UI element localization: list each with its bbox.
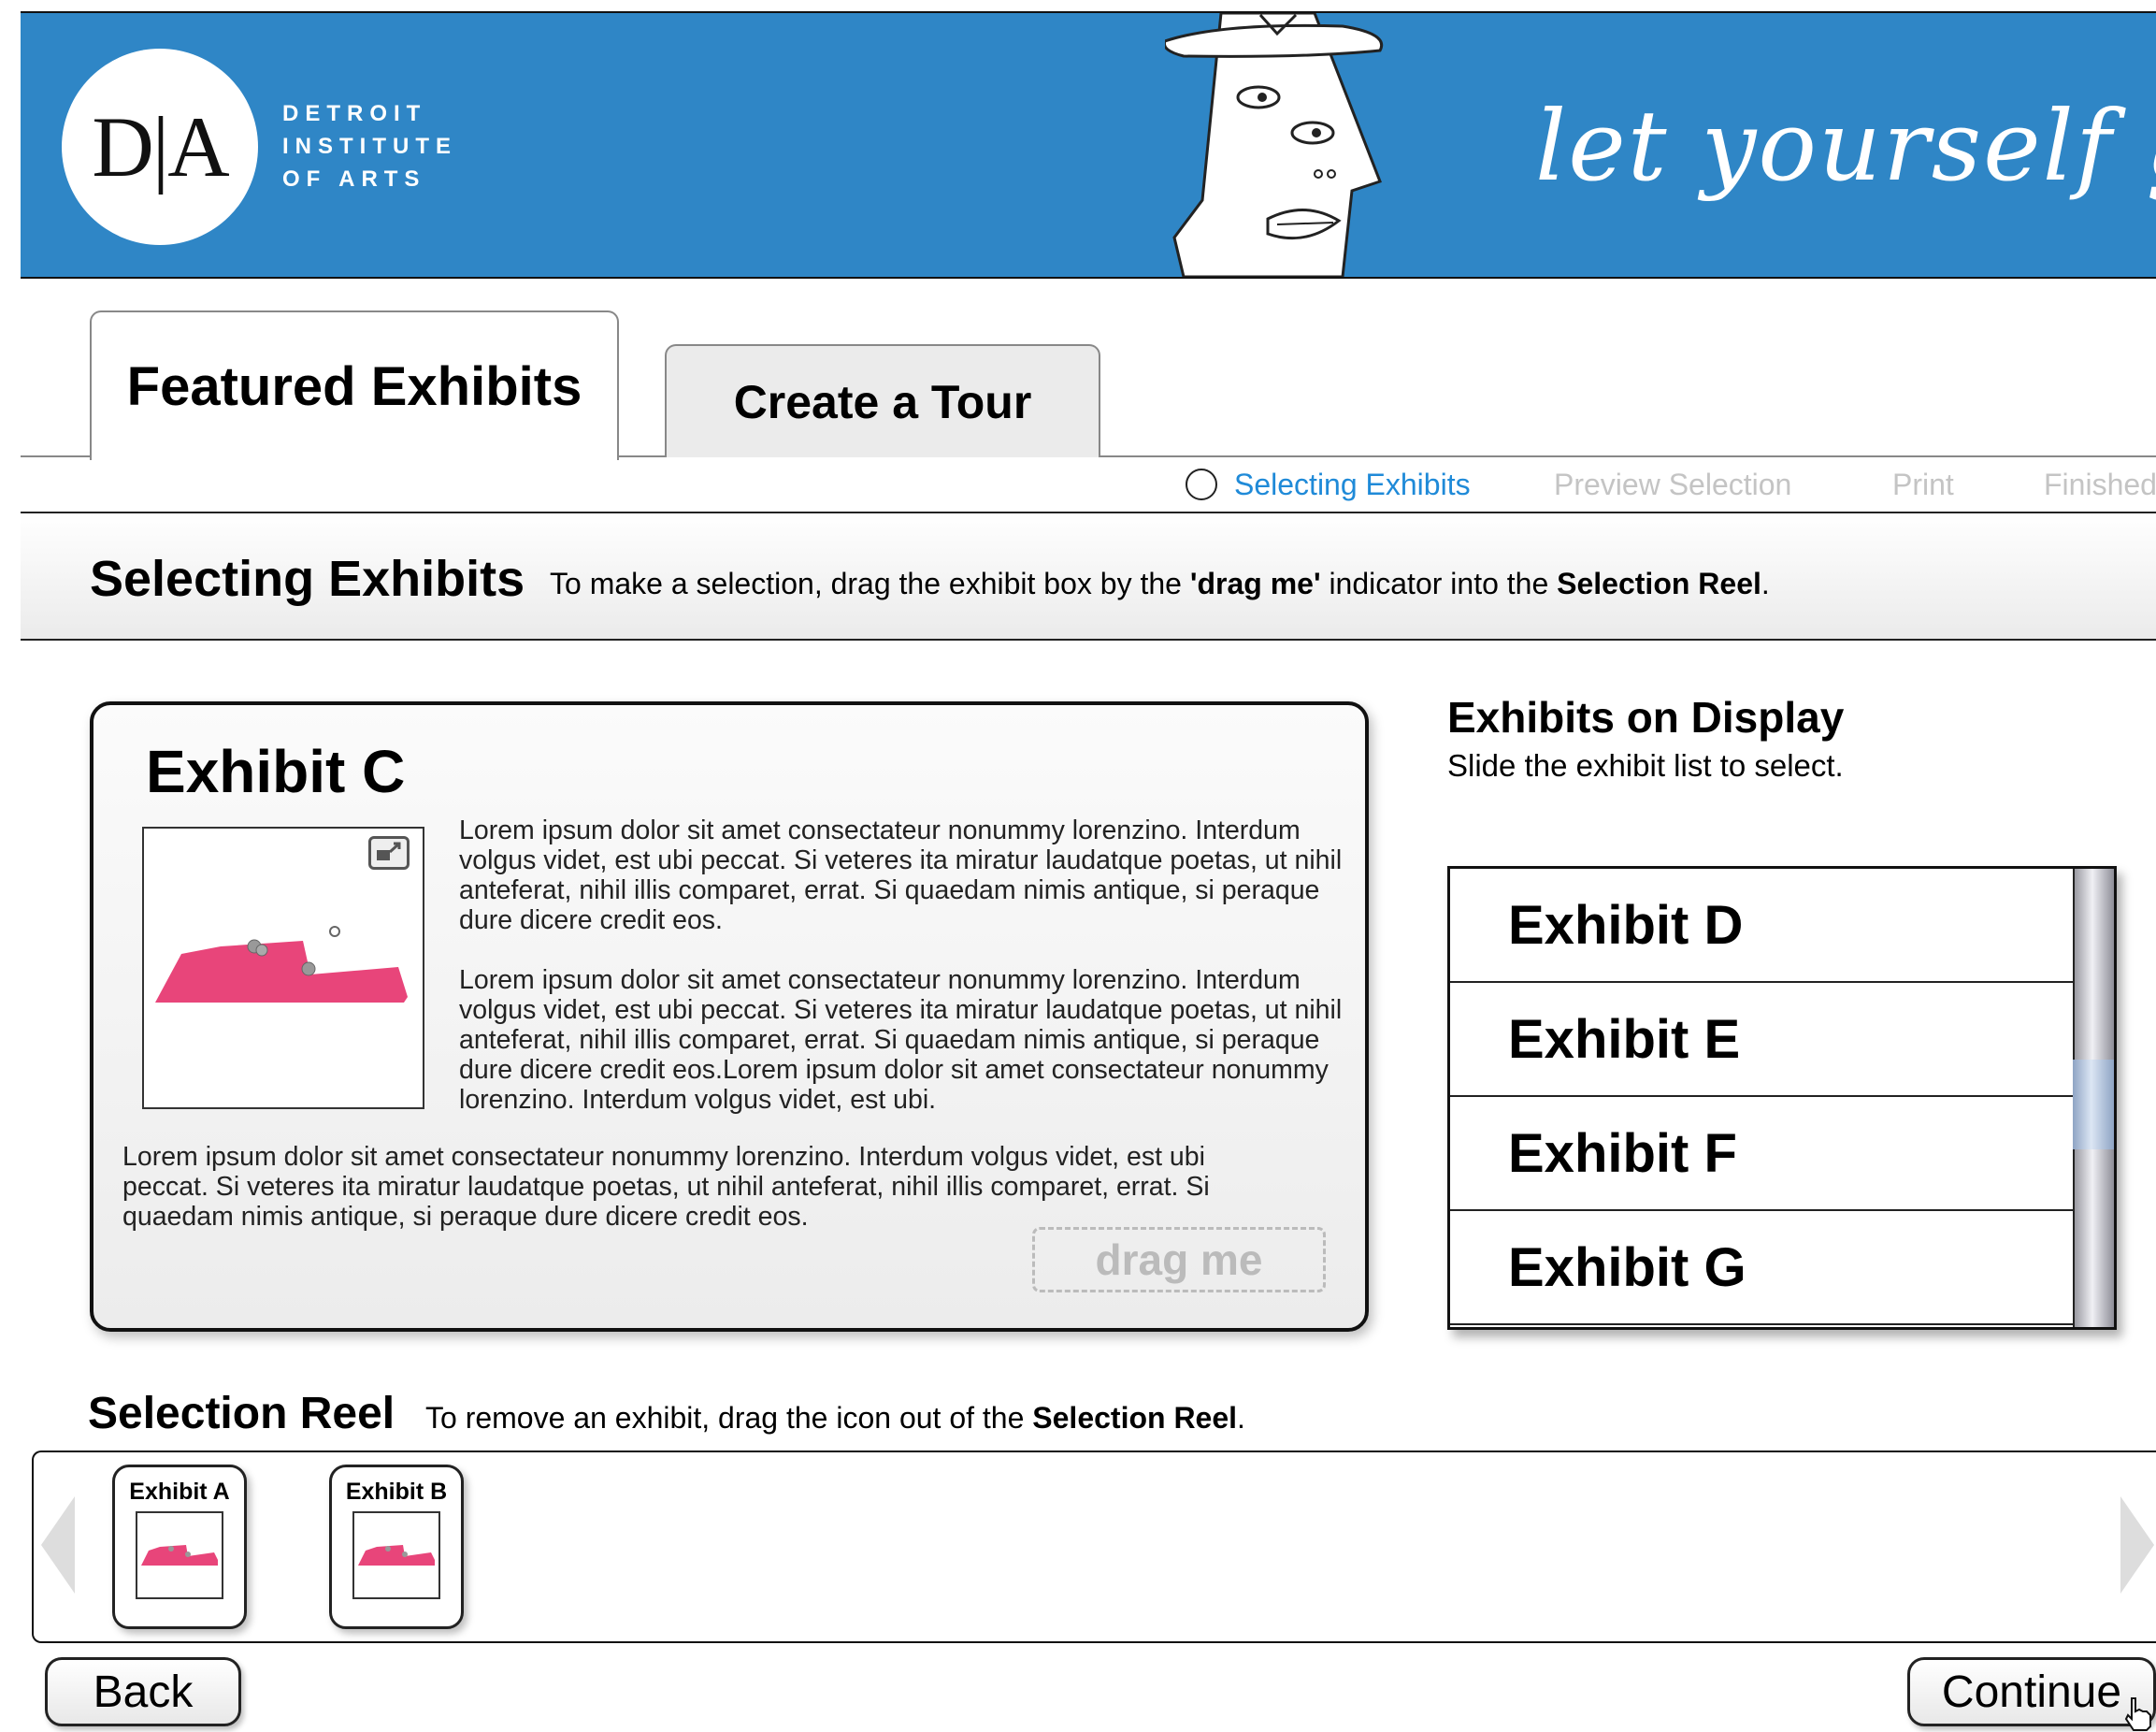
list-item-exhibit-e[interactable]: Exhibit E bbox=[1450, 983, 2073, 1097]
instruction-text-part: To make a selection, drag the exhibit bo… bbox=[550, 567, 1190, 600]
logo-line: INSTITUTE bbox=[282, 134, 457, 159]
exhibit-description-paragraph: Lorem ipsum dolor sit amet consectateur … bbox=[122, 1142, 1210, 1232]
instruction-text-part: indicator into the bbox=[1320, 567, 1558, 600]
reel-item-label: Exhibit B bbox=[345, 1479, 448, 1505]
reel-text-part: . bbox=[1237, 1401, 1245, 1435]
display-list-title: Exhibits on Display bbox=[1447, 693, 1845, 742]
logo-line: DETROIT bbox=[282, 101, 427, 126]
logo-line: OF ARTS bbox=[282, 166, 426, 192]
list-item-exhibit-g[interactable]: Exhibit G bbox=[1450, 1211, 2073, 1325]
section-title: Selecting Exhibits bbox=[90, 551, 525, 607]
exhibit-title: Exhibit C bbox=[146, 738, 406, 805]
reel-item-label: Exhibit A bbox=[129, 1479, 230, 1505]
reel-scroll-left-icon[interactable] bbox=[41, 1496, 75, 1594]
header-banner: D|A DETROIT INSTITUTE OF ARTS let yourse… bbox=[21, 11, 2156, 279]
instruction-text: To make a selection, drag the exhibit bo… bbox=[550, 567, 1770, 601]
display-list-subtitle: Slide the exhibit list to select. bbox=[1447, 748, 1844, 783]
tab-create-a-tour[interactable]: Create a Tour bbox=[665, 344, 1100, 458]
current-step-radio-icon bbox=[1186, 469, 1217, 500]
list-scrollbar-thumb[interactable] bbox=[2073, 1060, 2114, 1149]
reel-scroll-right-icon[interactable] bbox=[2120, 1496, 2154, 1594]
face-illustration bbox=[1165, 13, 1384, 277]
tagline: let yourself go bbox=[1535, 89, 2156, 203]
instruction-text-part: . bbox=[1761, 567, 1770, 600]
exhibit-description-paragraph: Lorem ipsum dolor sit amet consectateur … bbox=[459, 965, 1343, 1115]
step-finished[interactable]: Finished bbox=[2044, 468, 2156, 502]
step-print[interactable]: Print bbox=[1892, 468, 1954, 502]
reel-item-exhibit-a[interactable]: Exhibit A bbox=[112, 1465, 247, 1629]
continue-button[interactable]: Continue bbox=[1907, 1657, 2156, 1726]
reel-item-exhibit-b[interactable]: Exhibit B bbox=[329, 1465, 464, 1629]
selection-reel-title: Selection Reel bbox=[88, 1389, 395, 1438]
exhibit-description-paragraph: Lorem ipsum dolor sit amet consectateur … bbox=[459, 815, 1343, 935]
reel-item-thumbnail bbox=[352, 1511, 440, 1599]
expand-image-icon[interactable] bbox=[368, 836, 410, 870]
instruction-bold-selection-reel: Selection Reel bbox=[1557, 567, 1761, 600]
step-indicator bbox=[21, 457, 2156, 513]
reel-item-thumbnail bbox=[136, 1511, 223, 1599]
back-button[interactable]: Back bbox=[45, 1657, 241, 1726]
reel-text-bold: Selection Reel bbox=[1032, 1401, 1238, 1435]
hand-cursor-icon bbox=[2124, 1697, 2151, 1731]
exhibit-list[interactable]: Exhibit D Exhibit E Exhibit F Exhibit G bbox=[1447, 866, 2117, 1330]
selection-reel-instruction: To remove an exhibit, drag the icon out … bbox=[425, 1401, 1245, 1436]
reel-text-part: To remove an exhibit, drag the icon out … bbox=[425, 1401, 1033, 1435]
list-item-exhibit-d[interactable]: Exhibit D bbox=[1450, 869, 2073, 983]
drag-me-handle[interactable]: drag me bbox=[1032, 1227, 1326, 1292]
list-item-exhibit-f[interactable]: Exhibit F bbox=[1450, 1097, 2073, 1211]
tab-featured-exhibits[interactable]: Featured Exhibits bbox=[90, 310, 619, 460]
logo-mark[interactable]: D|A bbox=[62, 49, 258, 245]
logo-wordmark: DETROIT INSTITUTE OF ARTS bbox=[282, 97, 525, 195]
step-selecting-exhibits[interactable]: Selecting Exhibits bbox=[1234, 468, 1471, 502]
instruction-bold-drag-me: 'drag me' bbox=[1189, 567, 1321, 600]
step-preview-selection[interactable]: Preview Selection bbox=[1554, 468, 1791, 502]
